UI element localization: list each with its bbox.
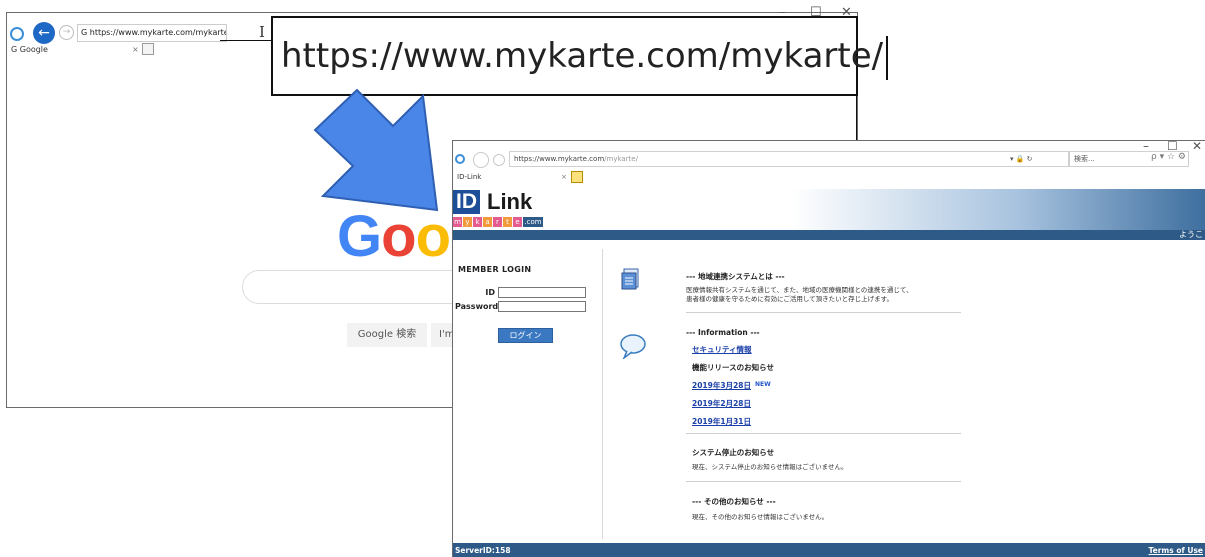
tab-google[interactable]: G Google × [7,45,157,59]
google-search-button[interactable]: Google 検索 [347,323,427,347]
divider [686,312,961,313]
logo-link: Link [487,189,533,214]
terms-of-use-link[interactable]: Terms of Use [1149,543,1203,557]
back-button[interactable] [473,152,489,168]
logo-sub-letter: k [473,217,482,227]
welcome-text: ようこ [1179,230,1203,239]
release-link-2019-02[interactable]: 2019年2月28日 [692,398,751,409]
address-domain: https://www.mykarte.com [514,155,605,163]
header-bar: ようこ [453,230,1205,240]
divider [686,481,961,482]
id-label: ID [485,288,495,297]
info-title: --- Information --- [686,328,760,337]
tab-close-button[interactable]: × [132,45,139,54]
server-id: ServerID:158 [455,546,511,555]
other-text: 現在、その他のお知らせ情報はございません。 [692,513,829,521]
release-link-2019-01[interactable]: 2019年1月31日 [692,416,751,427]
toolbar-right-icons[interactable]: ρ ▾ ☆ ⚙ [1151,152,1186,162]
text-caret [886,35,889,80]
logo-id: ID [453,190,480,214]
logo-sub-letter: r [493,217,502,227]
password-field[interactable] [498,301,586,312]
main-content: --- 地域連携システムとは --- 医療情報共有システムを通じて、また、地域の… [603,249,1205,539]
divider [686,433,961,434]
arrow-shape [313,88,439,212]
logo-sub-letter: .com [523,217,543,227]
forward-button[interactable] [493,154,505,166]
address-bar[interactable]: https://www.mykarte.com/mykarte/ ▾ 🔒 ↻ [509,151,1069,167]
callout-connector [856,96,857,140]
idlink-browser-window: – ☐ ✕ https://www.mykarte.com/mykarte/ ▾… [452,140,1205,557]
back-button[interactable]: ← [33,22,55,44]
stop-title: システム停止のお知らせ [692,448,775,457]
about-title: --- 地域連携システムとは --- [686,272,785,281]
logo-sub-letter: e [513,217,522,227]
new-tab-button[interactable] [142,43,154,55]
tab-label: G Google [11,45,48,54]
other-title: --- その他のお知らせ --- [692,497,776,506]
id-field[interactable] [498,287,586,298]
site-footer: ServerID:158 Terms of Use [453,543,1205,557]
logo-sub-letter: t [503,217,512,227]
zoomed-url: https://www.mykarte.com/mykarte/ [281,36,884,76]
mykarte-logo: m y k a r t e .com [453,217,544,227]
callout-connector [220,40,271,41]
new-tab-button[interactable] [571,171,583,183]
ie-icon [455,154,465,164]
logo-sub-letter: m [453,217,462,227]
login-button[interactable]: ログイン [498,328,553,343]
tab-label: ID-Link [457,173,482,181]
new-badge: NEW [755,381,771,388]
login-sidebar: MEMBER LOGIN ID Password ログイン [453,249,603,539]
password-label: Password [455,302,499,311]
release-title: 機能リリースのお知らせ [692,363,774,372]
address-path: /mykarte/ [604,155,638,163]
security-info-link[interactable]: セキュリティ情報 [692,344,752,355]
address-controls[interactable]: ▾ 🔒 ↻ [1010,152,1033,166]
stop-text: 現在、システム停止のお知らせ情報はございません。 [692,463,848,471]
address-bar[interactable]: G https://www.mykarte.com/mykarte/ [77,24,227,42]
ie-icon [10,27,24,41]
browser-toolbar: https://www.mykarte.com/mykarte/ ▾ 🔒 ↻ 検… [453,151,1205,169]
logo-sub-letter: a [483,217,492,227]
forward-button[interactable]: → [59,25,74,40]
speech-bubble-icon [620,334,646,359]
logo-sub-letter: y [463,217,472,227]
login-title: MEMBER LOGIN [458,265,532,274]
tab-close-button[interactable]: × [561,173,567,181]
tab-idlink[interactable]: ID-Link × [453,173,573,187]
release-link-2019-03[interactable]: 2019年3月28日 [692,380,751,391]
document-icon [621,268,639,290]
about-line2: 患者様の健康を守るために有効にご活用して頂きたいと存じ上げます。 [686,295,894,303]
direction-arrow-icon [313,88,439,212]
text-cursor-icon: I [259,23,265,41]
